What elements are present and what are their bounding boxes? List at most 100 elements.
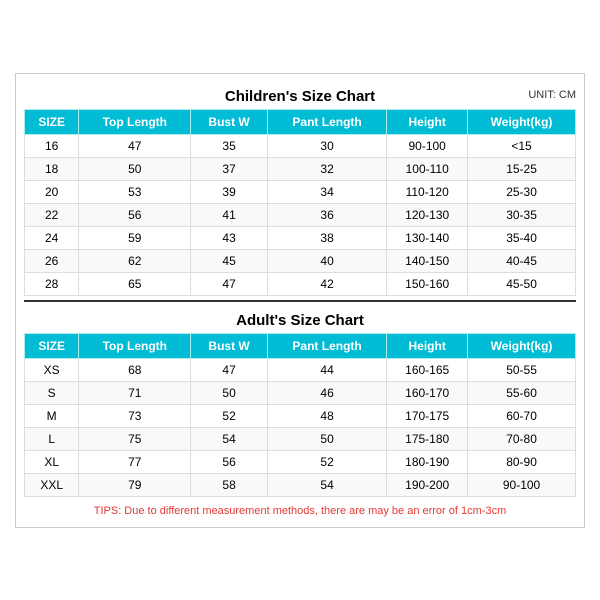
children-cell: 65 bbox=[79, 272, 191, 295]
chart-container: Children's Size Chart UNIT: CM SIZE Top … bbox=[15, 73, 585, 528]
children-cell: 50 bbox=[79, 157, 191, 180]
children-cell: 47 bbox=[191, 272, 268, 295]
children-cell: 30-35 bbox=[468, 203, 576, 226]
adult-cell: 75 bbox=[79, 427, 191, 450]
children-row: 18503732100-11015-25 bbox=[25, 157, 576, 180]
children-cell: 45 bbox=[191, 249, 268, 272]
children-cell: 43 bbox=[191, 226, 268, 249]
adult-cell: 175-180 bbox=[387, 427, 468, 450]
adult-cell: 54 bbox=[191, 427, 268, 450]
adult-col-header-bust-w: Bust W bbox=[191, 333, 268, 358]
children-cell: 18 bbox=[25, 157, 79, 180]
col-header-bust-w: Bust W bbox=[191, 109, 268, 134]
children-cell: 22 bbox=[25, 203, 79, 226]
children-cell: 38 bbox=[267, 226, 386, 249]
col-header-top-length: Top Length bbox=[79, 109, 191, 134]
unit-label: UNIT: CM bbox=[528, 89, 576, 101]
adult-cell: 170-175 bbox=[387, 404, 468, 427]
children-header-row: SIZE Top Length Bust W Pant Length Heigh… bbox=[25, 109, 576, 134]
children-cell: 100-110 bbox=[387, 157, 468, 180]
children-table: SIZE Top Length Bust W Pant Length Heigh… bbox=[24, 109, 576, 296]
adult-row: M735248170-17560-70 bbox=[25, 404, 576, 427]
children-cell: 20 bbox=[25, 180, 79, 203]
adult-cell: 90-100 bbox=[468, 473, 576, 496]
children-cell: 45-50 bbox=[468, 272, 576, 295]
children-title: Children's Size Chart UNIT: CM bbox=[24, 82, 576, 109]
children-row: 28654742150-16045-50 bbox=[25, 272, 576, 295]
children-cell: 53 bbox=[79, 180, 191, 203]
children-cell: 42 bbox=[267, 272, 386, 295]
section-divider bbox=[24, 300, 576, 302]
children-cell: 35-40 bbox=[468, 226, 576, 249]
children-cell: 39 bbox=[191, 180, 268, 203]
children-cell: 30 bbox=[267, 134, 386, 157]
adult-row: S715046160-17055-60 bbox=[25, 381, 576, 404]
tips-text: TIPS: Due to different measurement metho… bbox=[24, 499, 576, 519]
adult-cell: 71 bbox=[79, 381, 191, 404]
adult-cell: L bbox=[25, 427, 79, 450]
adult-row: XL775652180-19080-90 bbox=[25, 450, 576, 473]
adult-cell: 68 bbox=[79, 358, 191, 381]
adult-col-header-size: SIZE bbox=[25, 333, 79, 358]
children-cell: 24 bbox=[25, 226, 79, 249]
children-cell: 47 bbox=[79, 134, 191, 157]
adult-cell: 77 bbox=[79, 450, 191, 473]
children-cell: 15-25 bbox=[468, 157, 576, 180]
adult-title-text: Adult's Size Chart bbox=[236, 312, 364, 329]
children-cell: 16 bbox=[25, 134, 79, 157]
adult-cell: 160-170 bbox=[387, 381, 468, 404]
children-cell: 40-45 bbox=[468, 249, 576, 272]
adult-row: XXL795854190-20090-100 bbox=[25, 473, 576, 496]
children-row: 1647353090-100<15 bbox=[25, 134, 576, 157]
children-row: 24594338130-14035-40 bbox=[25, 226, 576, 249]
children-cell: 26 bbox=[25, 249, 79, 272]
children-cell: 150-160 bbox=[387, 272, 468, 295]
adult-cell: 80-90 bbox=[468, 450, 576, 473]
adult-col-header-pant-length: Pant Length bbox=[267, 333, 386, 358]
children-cell: 41 bbox=[191, 203, 268, 226]
adult-header-row: SIZE Top Length Bust W Pant Length Heigh… bbox=[25, 333, 576, 358]
adult-cell: XS bbox=[25, 358, 79, 381]
adult-cell: 48 bbox=[267, 404, 386, 427]
adult-cell: 52 bbox=[267, 450, 386, 473]
children-cell: 28 bbox=[25, 272, 79, 295]
col-header-size: SIZE bbox=[25, 109, 79, 134]
adult-cell: 160-165 bbox=[387, 358, 468, 381]
adult-cell: M bbox=[25, 404, 79, 427]
children-cell: 40 bbox=[267, 249, 386, 272]
adult-cell: 180-190 bbox=[387, 450, 468, 473]
children-row: 20533934110-12025-30 bbox=[25, 180, 576, 203]
adult-cell: 60-70 bbox=[468, 404, 576, 427]
adult-cell: 50 bbox=[191, 381, 268, 404]
adult-cell: 52 bbox=[191, 404, 268, 427]
children-cell: 32 bbox=[267, 157, 386, 180]
adult-cell: 44 bbox=[267, 358, 386, 381]
adult-cell: 50 bbox=[267, 427, 386, 450]
children-cell: 120-130 bbox=[387, 203, 468, 226]
adult-cell: 50-55 bbox=[468, 358, 576, 381]
adult-cell: 79 bbox=[79, 473, 191, 496]
adult-cell: XXL bbox=[25, 473, 79, 496]
children-cell: <15 bbox=[468, 134, 576, 157]
children-cell: 34 bbox=[267, 180, 386, 203]
children-cell: 36 bbox=[267, 203, 386, 226]
children-cell: 140-150 bbox=[387, 249, 468, 272]
adult-cell: 47 bbox=[191, 358, 268, 381]
children-cell: 59 bbox=[79, 226, 191, 249]
children-cell: 62 bbox=[79, 249, 191, 272]
adult-col-header-weight: Weight(kg) bbox=[468, 333, 576, 358]
children-cell: 90-100 bbox=[387, 134, 468, 157]
adult-row: XS684744160-16550-55 bbox=[25, 358, 576, 381]
children-cell: 110-120 bbox=[387, 180, 468, 203]
adult-title: Adult's Size Chart bbox=[24, 306, 576, 333]
col-header-height: Height bbox=[387, 109, 468, 134]
adult-table: SIZE Top Length Bust W Pant Length Heigh… bbox=[24, 333, 576, 497]
adult-cell: 70-80 bbox=[468, 427, 576, 450]
adult-cell: 46 bbox=[267, 381, 386, 404]
children-row: 26624540140-15040-45 bbox=[25, 249, 576, 272]
adult-cell: S bbox=[25, 381, 79, 404]
children-cell: 130-140 bbox=[387, 226, 468, 249]
adult-cell: 56 bbox=[191, 450, 268, 473]
children-cell: 35 bbox=[191, 134, 268, 157]
col-header-pant-length: Pant Length bbox=[267, 109, 386, 134]
